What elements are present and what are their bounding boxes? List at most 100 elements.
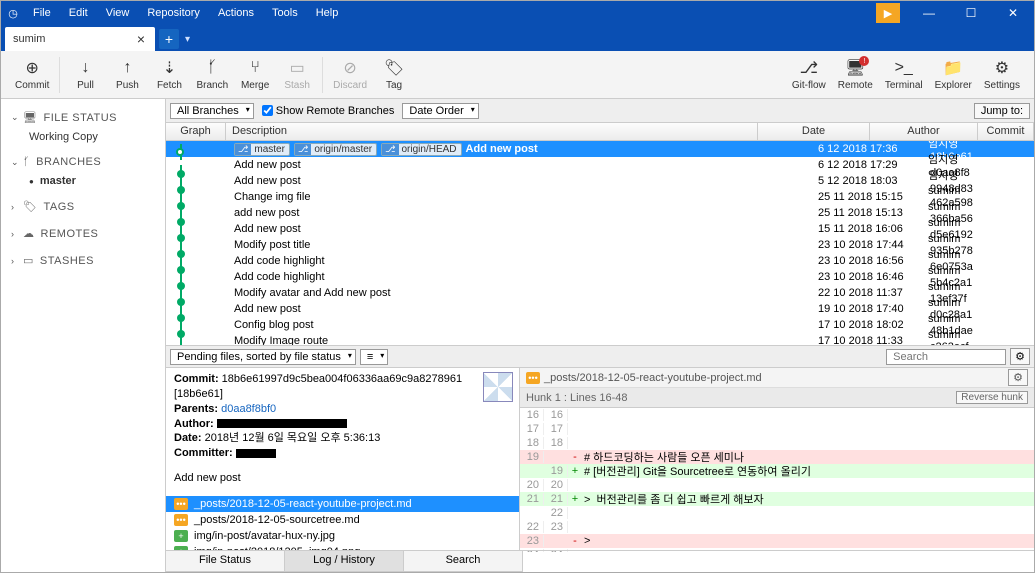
tab-menu-icon[interactable]: ▾ bbox=[185, 34, 190, 45]
remote-button[interactable]: 🖥!Remote bbox=[832, 52, 879, 98]
show-remote-checkbox[interactable]: Show Remote Branches bbox=[262, 105, 395, 117]
commit-row[interactable]: Add new post5 12 2018 18:03임지영 9948d83 bbox=[166, 173, 1034, 189]
merge-button[interactable]: ⑂Merge bbox=[234, 52, 276, 98]
header-author[interactable]: Author bbox=[870, 123, 978, 140]
stash-icon: ▭ bbox=[290, 58, 305, 78]
diff-line[interactable]: 2020 bbox=[520, 478, 1034, 492]
diff-line[interactable]: 19+# [버전관리] Git을 Sourcetree로 연동하여 올리기 bbox=[520, 464, 1034, 478]
tab-close-icon[interactable]: × bbox=[135, 31, 147, 47]
section-file-status[interactable]: ⌄🖥FILE STATUS bbox=[1, 107, 165, 128]
diff-body[interactable]: 16161717181819-# 하드코딩하는 사람들 오픈 세미나19+# [… bbox=[520, 408, 1034, 552]
commit-row[interactable]: add new post25 11 2018 15:13sumim 366ba5… bbox=[166, 205, 1034, 221]
parent-link[interactable]: d0aa8f8bf0 bbox=[221, 403, 276, 415]
tag-button[interactable]: 🏷Tag bbox=[373, 52, 415, 98]
new-tab-button[interactable]: + bbox=[159, 29, 179, 49]
detail-panel: Pending files, sorted by file status ≡ ⚙… bbox=[166, 345, 1034, 552]
commit-row[interactable]: Modify post title23 10 2018 17:44sumim 9… bbox=[166, 237, 1034, 253]
menu-view[interactable]: View bbox=[98, 3, 138, 23]
diff-line[interactable]: 1818 bbox=[520, 436, 1034, 450]
gitflow-button[interactable]: ⎇Git-flow bbox=[786, 52, 832, 98]
commit-row[interactable]: Modify Image route17 10 2018 11:33sumim … bbox=[166, 333, 1034, 345]
menu-edit[interactable]: Edit bbox=[61, 3, 96, 23]
jump-to-button[interactable]: Jump to: bbox=[974, 103, 1030, 119]
sidebar: ⌄🖥FILE STATUSWorking Copy ⌄ᚶBRANCHESmaste… bbox=[1, 99, 166, 552]
branch-badge[interactable]: ⎇master bbox=[234, 143, 290, 156]
section-stashes[interactable]: ›▭STASHES bbox=[1, 250, 165, 271]
repo-tab[interactable]: sumim × bbox=[5, 27, 155, 51]
commit-button[interactable]: ⊕Commit bbox=[9, 52, 55, 98]
file-list[interactable]: •••_posts/2018-12-05-react-youtube-proje… bbox=[166, 496, 519, 552]
author-redacted bbox=[217, 419, 347, 428]
commit-row[interactable]: ⎇master⎇origin/master⎇origin/HEADAdd new… bbox=[166, 141, 1034, 157]
footer-tab-search[interactable]: Search bbox=[403, 550, 523, 572]
section-tags[interactable]: ›🏷TAGS bbox=[1, 196, 165, 217]
diff-line[interactable]: 1717 bbox=[520, 422, 1034, 436]
diff-line[interactable]: 22 bbox=[520, 506, 1034, 520]
view-mode[interactable]: ≡ bbox=[360, 349, 388, 365]
diff-line[interactable]: 2223 bbox=[520, 520, 1034, 534]
menu-file[interactable]: File bbox=[25, 3, 59, 23]
header-description[interactable]: Description bbox=[226, 123, 758, 140]
diff-line[interactable]: 19-# 하드코딩하는 사람들 오픈 세미나 bbox=[520, 450, 1034, 464]
avatar bbox=[483, 372, 513, 402]
commit-row[interactable]: Add new post15 11 2018 16:06sumim d5e619… bbox=[166, 221, 1034, 237]
sidebar-item-working-copy[interactable]: Working Copy bbox=[1, 128, 165, 146]
branch-filter[interactable]: All Branches bbox=[170, 103, 254, 119]
close-button[interactable]: ✕ bbox=[992, 1, 1034, 25]
commit-row[interactable]: Add code highlight23 10 2018 16:46sumim … bbox=[166, 269, 1034, 285]
search-input[interactable] bbox=[886, 349, 1006, 365]
menu-actions[interactable]: Actions bbox=[210, 3, 262, 23]
commit-row[interactable]: Add new post19 10 2018 17:40sumim d0c28a… bbox=[166, 301, 1034, 317]
section-remotes[interactable]: ›☁REMOTES bbox=[1, 223, 165, 244]
discard-icon: ⊘ bbox=[343, 58, 356, 78]
gitflow-icon: ⎇ bbox=[800, 58, 818, 78]
menu-help[interactable]: Help bbox=[308, 3, 347, 23]
settings-button[interactable]: ⚙Settings bbox=[978, 52, 1026, 98]
branch-button[interactable]: ᚶBranch bbox=[190, 52, 234, 98]
settings-gear-icon[interactable]: ⚙ bbox=[1010, 348, 1030, 365]
commit-list[interactable]: ⎇master⎇origin/master⎇origin/HEADAdd new… bbox=[166, 141, 1034, 345]
diff-line[interactable]: 23-> bbox=[520, 534, 1034, 548]
tab-bar: sumim × + ▾ bbox=[1, 25, 1034, 51]
section-branches[interactable]: ⌄ᚶBRANCHES bbox=[1, 152, 165, 172]
file-row[interactable]: +img/in-post/avatar-hux-ny.jpg bbox=[166, 528, 519, 544]
footer-tab-log---history[interactable]: Log / History bbox=[284, 550, 404, 572]
order-filter[interactable]: Date Order bbox=[402, 103, 478, 119]
commit-row[interactable]: Add new post6 12 2018 17:29임지영 d0aa8f8 bbox=[166, 157, 1034, 173]
menu-repository[interactable]: Repository bbox=[139, 3, 208, 23]
header-date[interactable]: Date bbox=[758, 123, 870, 140]
fetch-button[interactable]: ⇣Fetch bbox=[148, 52, 190, 98]
title-bar: ◷ FileEditViewRepositoryActionsToolsHelp… bbox=[1, 1, 1034, 25]
pull-button[interactable]: ↓Pull bbox=[64, 52, 106, 98]
branch-badge[interactable]: ⎇origin/master bbox=[294, 143, 377, 156]
commit-row[interactable]: Add code highlight23 10 2018 16:56sumim … bbox=[166, 253, 1034, 269]
file-sort[interactable]: Pending files, sorted by file status bbox=[170, 349, 356, 365]
diff-gear-icon[interactable]: ⚙ bbox=[1008, 369, 1028, 386]
commit-icon: ⊕ bbox=[26, 58, 39, 78]
commit-row[interactable]: Change img file25 11 2018 15:15sumim 462… bbox=[166, 189, 1034, 205]
terminal-button[interactable]: >_Terminal bbox=[879, 52, 929, 98]
explorer-button[interactable]: 📁Explorer bbox=[929, 52, 978, 98]
header-graph[interactable]: Graph bbox=[166, 123, 226, 140]
diff-line[interactable]: 1616 bbox=[520, 408, 1034, 422]
menu-bar: FileEditViewRepositoryActionsToolsHelp bbox=[25, 3, 346, 23]
file-row[interactable]: •••_posts/2018-12-05-react-youtube-proje… bbox=[166, 496, 519, 512]
push-button[interactable]: ↑Push bbox=[106, 52, 148, 98]
file-row[interactable]: •••_posts/2018-12-05-sourcetree.md bbox=[166, 512, 519, 528]
discard-button: ⊘Discard bbox=[327, 52, 373, 98]
footer-tab-file-status[interactable]: File Status bbox=[165, 550, 285, 572]
minimize-button[interactable]: — bbox=[908, 1, 950, 25]
commit-row[interactable]: Modify avatar and Add new post22 10 2018… bbox=[166, 285, 1034, 301]
reverse-hunk-button[interactable]: Reverse hunk bbox=[956, 391, 1028, 404]
play-button[interactable]: ▶ bbox=[876, 3, 900, 23]
menu-tools[interactable]: Tools bbox=[264, 3, 306, 23]
pull-icon: ↓ bbox=[81, 58, 89, 78]
commit-row[interactable]: Config blog post17 10 2018 18:02sumim 48… bbox=[166, 317, 1034, 333]
header-commit[interactable]: Commit bbox=[978, 123, 1034, 140]
diff-line[interactable]: 2121+> 버전관리를 좀 더 쉽고 빠르게 해보자 bbox=[520, 492, 1034, 506]
footer-tabs: File StatusLog / HistorySearch bbox=[166, 550, 1034, 572]
sidebar-item-master[interactable]: master bbox=[1, 172, 165, 190]
branch-badge[interactable]: ⎇origin/HEAD bbox=[381, 143, 461, 156]
maximize-button[interactable]: ☐ bbox=[950, 1, 992, 25]
branch-icon: ᚶ bbox=[207, 58, 217, 78]
